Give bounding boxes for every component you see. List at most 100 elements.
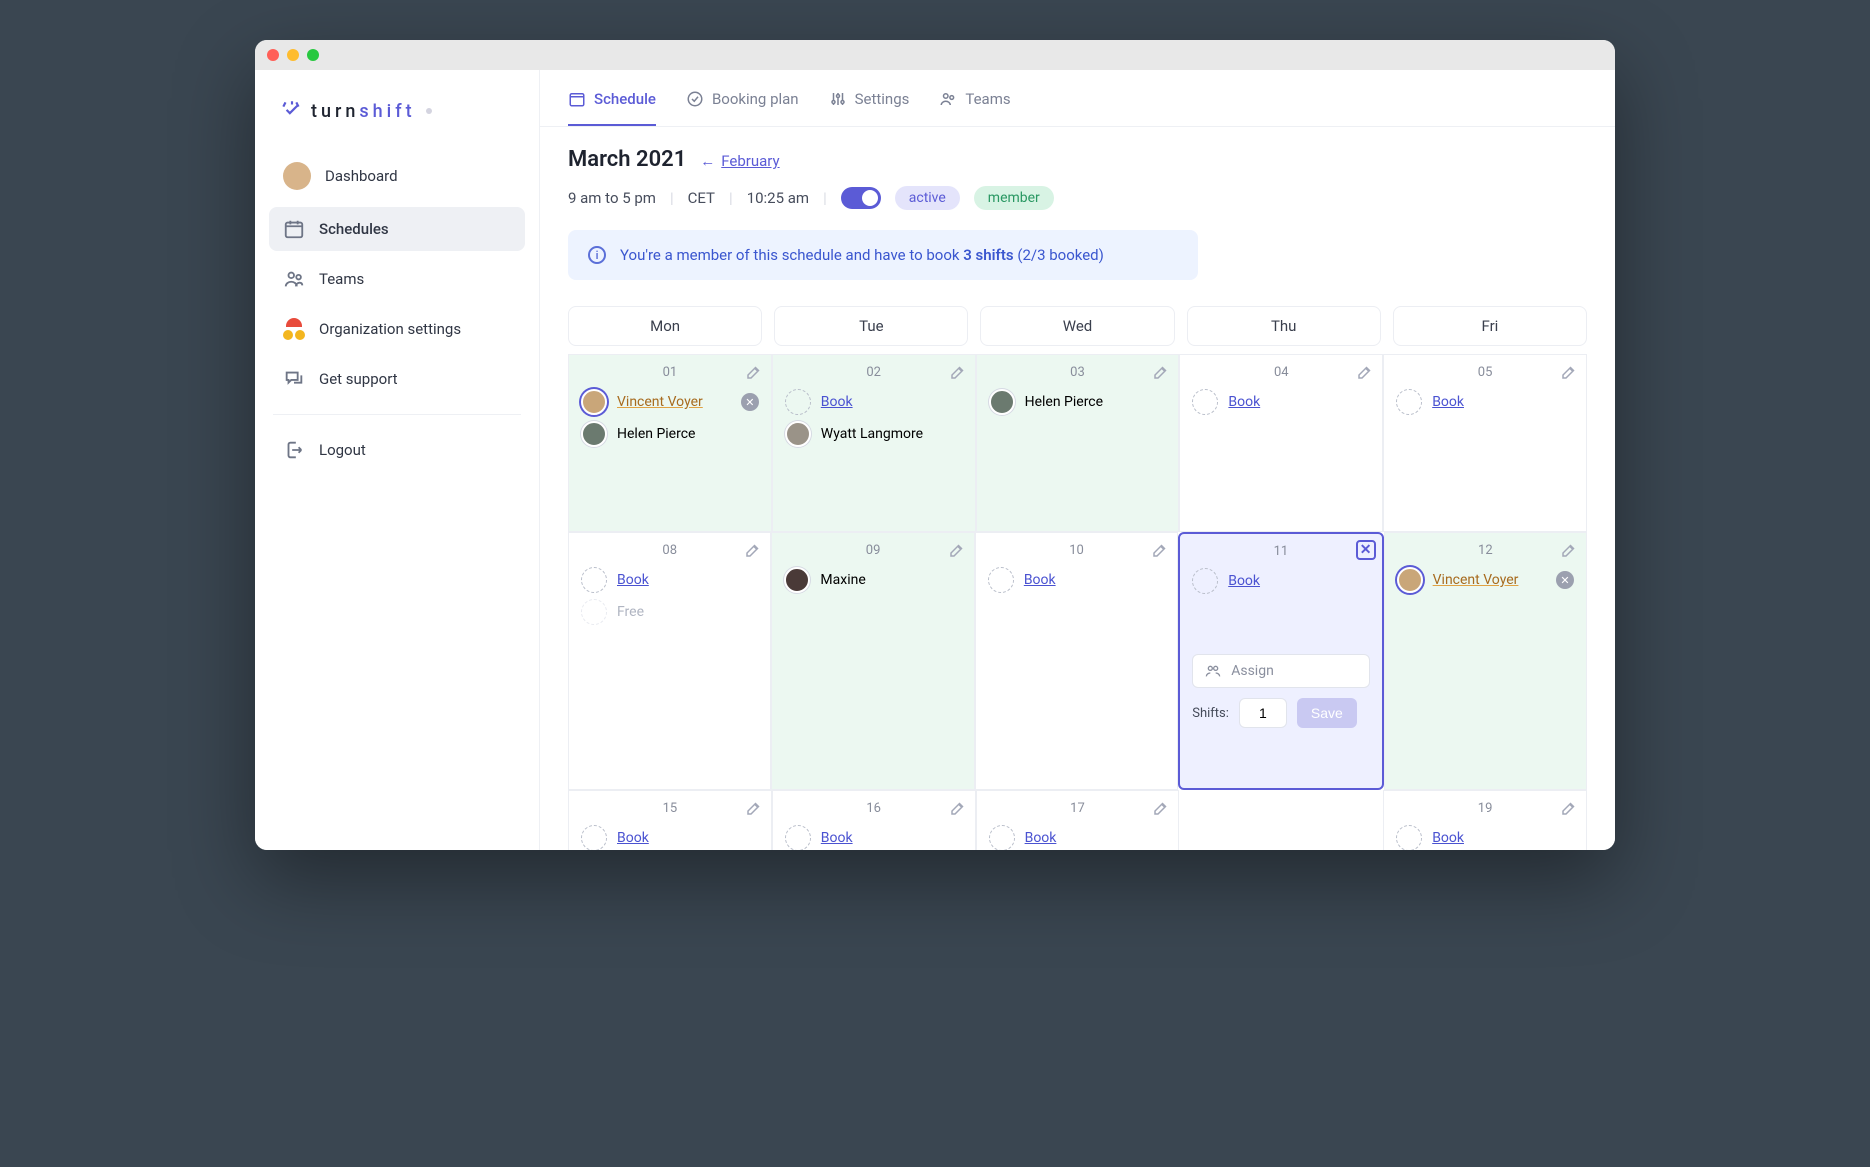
people-icon [1205, 663, 1221, 679]
prev-month-link[interactable]: February [721, 152, 779, 170]
edit-icon[interactable] [1356, 363, 1374, 381]
calendar-icon [568, 90, 586, 108]
tab-label: Booking plan [712, 90, 799, 108]
day-header-tue: Tue [774, 306, 968, 346]
hours-label: 9 am to 5 pm [568, 189, 656, 207]
book-link[interactable]: Book [617, 830, 649, 846]
book-link[interactable]: Book [821, 830, 853, 846]
window-minimize-dot[interactable] [287, 49, 299, 61]
sidebar-item-teams[interactable]: Teams [269, 257, 525, 301]
edit-icon[interactable] [1560, 363, 1578, 381]
tab-schedule[interactable]: Schedule [568, 90, 656, 126]
sidebar-item-label: Logout [319, 441, 366, 459]
day-header-thu: Thu [1187, 306, 1381, 346]
sidebar-item-org-settings[interactable]: Organization settings [269, 307, 525, 351]
person-avatar [1397, 567, 1423, 593]
sidebar-item-schedules[interactable]: Schedules [269, 207, 525, 251]
empty-slot-icon [785, 389, 811, 415]
edit-icon[interactable] [948, 541, 966, 559]
book-link[interactable]: Book [1432, 830, 1464, 846]
info-icon: i [588, 246, 606, 264]
edit-icon[interactable] [745, 799, 763, 817]
date-number: 17 [977, 801, 1179, 816]
edit-icon[interactable] [745, 363, 763, 381]
page-title: March 2021 [568, 147, 686, 172]
empty-slot-icon [1396, 825, 1422, 850]
tab-teams[interactable]: Teams [939, 90, 1010, 126]
edit-icon[interactable] [949, 363, 967, 381]
empty-slot-icon [1192, 389, 1218, 415]
calendar-cell[interactable]: 19 Book [1383, 790, 1587, 850]
book-link[interactable]: Book [821, 394, 853, 410]
person-name: Wyatt Langmore [821, 426, 923, 442]
sidebar: turnshift Dashboard Schedules Teams [255, 70, 540, 850]
save-button[interactable]: Save [1297, 698, 1357, 728]
date-number: 01 [569, 365, 771, 380]
day-header-fri: Fri [1393, 306, 1587, 346]
calendar-cell[interactable]: 05 Book [1383, 354, 1587, 532]
day-header-mon: Mon [568, 306, 762, 346]
sidebar-item-logout[interactable]: Logout [269, 428, 525, 472]
calendar-cell[interactable]: 02 Book Wyatt Langmore [772, 354, 976, 532]
calendar-cell[interactable]: 01 Vincent Voyer ✕ Helen Pierce [568, 354, 772, 532]
check-circle-icon [686, 90, 704, 108]
close-icon[interactable]: ✕ [1356, 540, 1376, 560]
calendar-cell-selected[interactable]: 11 ✕ Book Assign [1178, 532, 1383, 790]
calendar-cell[interactable]: 04 Book [1179, 354, 1383, 532]
sidebar-item-label: Schedules [319, 220, 389, 238]
active-toggle[interactable] [841, 187, 881, 209]
calendar-cell[interactable]: 17 Book [976, 790, 1180, 850]
tab-settings[interactable]: Settings [829, 90, 910, 126]
edit-icon[interactable] [1560, 799, 1578, 817]
calendar-cell[interactable]: 16 Book [772, 790, 976, 850]
book-link[interactable]: Book [1025, 830, 1057, 846]
calendar-cell[interactable]: 10 Book [975, 532, 1178, 790]
book-link[interactable]: Book [1228, 573, 1260, 589]
empty-slot-icon [581, 567, 607, 593]
shifts-input[interactable] [1239, 698, 1287, 728]
team-icon [939, 90, 957, 108]
sidebar-item-dashboard[interactable]: Dashboard [269, 151, 525, 201]
remove-icon[interactable]: ✕ [1556, 571, 1574, 589]
person-name[interactable]: Vincent Voyer [1433, 572, 1519, 588]
person-name[interactable]: Vincent Voyer [617, 394, 703, 410]
calendar-cell[interactable]: 09 Maxine [771, 532, 974, 790]
day-header-wed: Wed [980, 306, 1174, 346]
calendar-cell[interactable]: 12 Vincent Voyer ✕ [1384, 532, 1587, 790]
calendar-cell[interactable]: 08 Book Free [568, 532, 771, 790]
book-link[interactable]: Book [1432, 394, 1464, 410]
brand-text: turnshift [311, 101, 416, 122]
arrow-left-icon: ← [700, 152, 715, 170]
shifts-label: Shifts: [1192, 706, 1229, 721]
edit-icon[interactable] [1152, 799, 1170, 817]
tab-booking-plan[interactable]: Booking plan [686, 90, 799, 126]
calendar-cell[interactable]: 03 Helen Pierce [976, 354, 1180, 532]
date-number: 02 [773, 365, 975, 380]
edit-icon[interactable] [1152, 363, 1170, 381]
edit-icon[interactable] [1151, 541, 1169, 559]
calendar-icon [283, 218, 305, 240]
sidebar-item-support[interactable]: Get support [269, 357, 525, 401]
assign-input[interactable]: Assign [1192, 654, 1369, 688]
team-icon [283, 268, 305, 290]
brand-status-dot [426, 108, 432, 114]
date-number: 08 [569, 543, 770, 558]
status-badge-member: member [974, 186, 1054, 210]
remove-icon[interactable]: ✕ [741, 393, 759, 411]
sidebar-item-label: Dashboard [325, 167, 398, 185]
calendar-cell[interactable]: 15 Book Free [568, 790, 772, 850]
person-name: Helen Pierce [617, 426, 695, 442]
window-close-dot[interactable] [267, 49, 279, 61]
edit-icon[interactable] [949, 799, 967, 817]
book-link[interactable]: Book [1228, 394, 1260, 410]
edit-icon[interactable] [1560, 541, 1578, 559]
date-number: 03 [977, 365, 1179, 380]
book-link[interactable]: Book [617, 572, 649, 588]
mac-titlebar [255, 40, 1615, 70]
book-link[interactable]: Book [1024, 572, 1056, 588]
timezone-label: CET [688, 189, 715, 207]
schedule-meta: 9 am to 5 pm | CET | 10:25 am | active m… [568, 186, 1587, 210]
window-zoom-dot[interactable] [307, 49, 319, 61]
chat-icon [283, 368, 305, 390]
edit-icon[interactable] [744, 541, 762, 559]
